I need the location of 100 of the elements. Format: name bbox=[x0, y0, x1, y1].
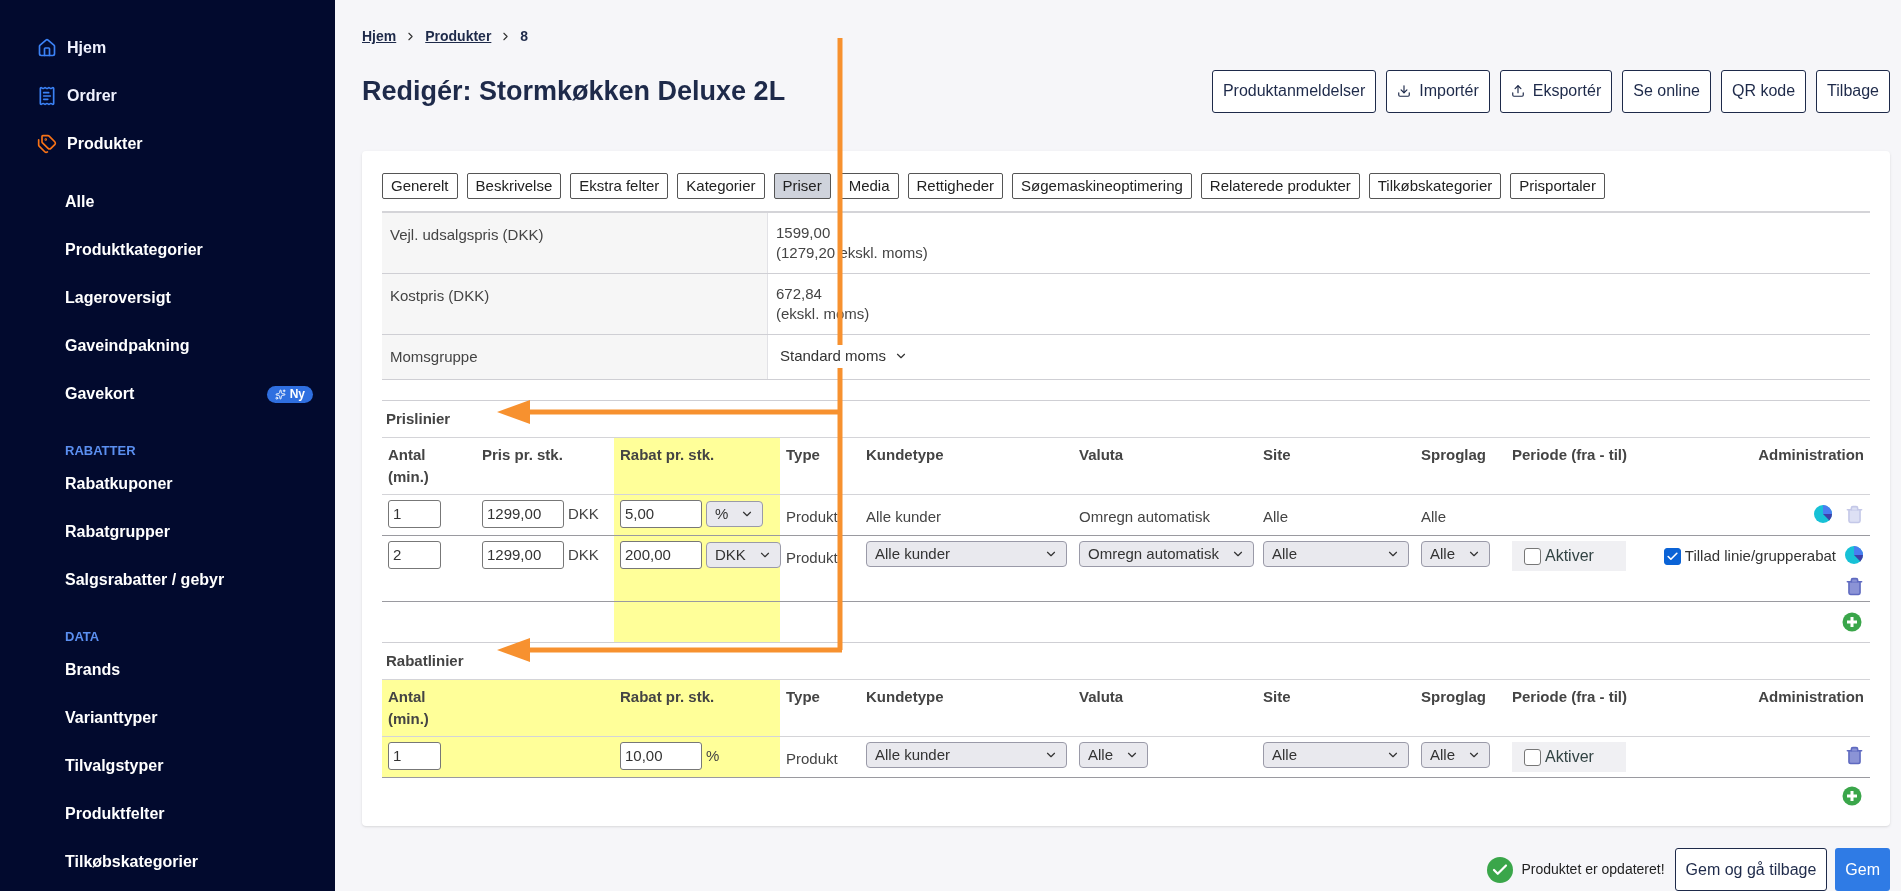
header-button[interactable]: Tilbage bbox=[1816, 69, 1890, 113]
column-header: Site bbox=[1263, 445, 1292, 465]
check-icon bbox=[1665, 549, 1679, 563]
nav-item[interactable]: Rabatkuponer bbox=[65, 472, 173, 496]
tab[interactable]: Kategorier bbox=[677, 173, 765, 199]
status-message: Produktet er opdateret! bbox=[1521, 860, 1665, 879]
tab[interactable]: Beskrivelse bbox=[466, 173, 562, 199]
nav-item[interactable]: Varianttyper bbox=[65, 706, 158, 730]
tab[interactable]: Rettigheder bbox=[907, 173, 1004, 199]
nav-item[interactable]: Tilvalgstyper bbox=[65, 754, 164, 778]
table-cell-text: Alle bbox=[1263, 507, 1288, 527]
trash-icon[interactable] bbox=[1845, 746, 1864, 765]
unit-label: DKK bbox=[568, 503, 599, 524]
input-field[interactable]: 1299,00 bbox=[482, 500, 564, 528]
column-header: Periode (fra - til) bbox=[1512, 687, 1628, 707]
dropdown[interactable]: Alle bbox=[1263, 742, 1409, 768]
dropdown[interactable]: Alle bbox=[1421, 742, 1490, 768]
section-title: Prislinier bbox=[386, 408, 451, 429]
input-field[interactable]: 200,00 bbox=[620, 541, 702, 569]
column-header: Type bbox=[786, 445, 821, 465]
nav-item[interactable]: Gaveindpakning bbox=[65, 334, 190, 358]
trash-icon[interactable] bbox=[1844, 577, 1864, 596]
home-icon bbox=[37, 38, 57, 58]
unit-label: % bbox=[706, 745, 720, 766]
column-header: Rabat pr. stk. bbox=[620, 445, 716, 465]
tab[interactable]: Generelt bbox=[382, 173, 458, 199]
header-button[interactable]: QR kode bbox=[1720, 69, 1807, 113]
nav-item[interactable]: Alle bbox=[65, 190, 95, 214]
section-heading: DATA bbox=[65, 627, 100, 646]
nav-item[interactable]: Produktkategorier bbox=[65, 238, 203, 262]
dropdown[interactable]: Omregn automatisk bbox=[1079, 541, 1254, 567]
header-button[interactable]: Produktanmeldelser bbox=[1211, 69, 1377, 113]
tab[interactable]: Søgemaskineoptimering bbox=[1012, 173, 1192, 199]
save-and-back-button[interactable]: Gem og gå tilbage bbox=[1674, 848, 1828, 891]
header-button[interactable]: Importér bbox=[1386, 69, 1490, 113]
field-label: Momsgruppe bbox=[390, 348, 478, 365]
nav-item[interactable]: Brands bbox=[65, 658, 121, 682]
header-button[interactable]: Eksportér bbox=[1499, 69, 1613, 113]
column-header: Administration bbox=[1758, 445, 1864, 465]
tab[interactable]: Relaterede produkter bbox=[1200, 173, 1360, 199]
upload-icon bbox=[1510, 84, 1525, 98]
column-header: Valuta bbox=[1079, 687, 1125, 707]
column-header: Sproglag bbox=[1421, 687, 1487, 707]
breadcrumb-link[interactable]: Hjem bbox=[362, 26, 397, 47]
tab[interactable]: Ekstra felter bbox=[570, 173, 669, 199]
nav-item[interactable]: Tilkøbskategorier bbox=[65, 850, 199, 874]
page-title: Redigér: Stormkøkken Deluxe 2L bbox=[362, 74, 786, 108]
nav-item[interactable]: Lageroversigt bbox=[65, 286, 171, 310]
pie-chart-icon bbox=[1844, 545, 1864, 565]
table-cell-text: Alle kunder bbox=[866, 507, 942, 527]
input-field[interactable]: 1 bbox=[388, 742, 441, 770]
nav-item[interactable]: Produkter bbox=[67, 132, 143, 156]
field-label: Vejl. udsalgspris (DKK) bbox=[390, 226, 544, 243]
input-field[interactable]: 2 bbox=[388, 541, 441, 569]
header-button[interactable]: Se online bbox=[1622, 69, 1711, 113]
input-field[interactable]: 10,00 bbox=[620, 742, 702, 770]
table-cell-text: Produkt bbox=[786, 749, 838, 769]
new-badge: Ny bbox=[266, 385, 313, 403]
checkbox-label: Aktiver bbox=[1545, 747, 1594, 767]
checkbox[interactable] bbox=[1524, 748, 1541, 766]
nav-item[interactable]: Gavekort bbox=[65, 382, 135, 406]
column-header: Antal (min.) bbox=[388, 445, 430, 487]
field-value: 672,84 bbox=[776, 284, 823, 304]
dropdown[interactable]: Alle bbox=[1079, 742, 1148, 768]
input-field[interactable]: 1299,00 bbox=[482, 541, 564, 569]
tab[interactable]: Prisportaler bbox=[1510, 173, 1605, 199]
table-cell-text: Alle bbox=[1421, 507, 1446, 527]
unit-label: DKK bbox=[568, 544, 599, 565]
tab[interactable]: Tilkøbskategorier bbox=[1368, 173, 1502, 199]
input-field[interactable]: 5,00 bbox=[620, 500, 702, 528]
column-header: Site bbox=[1263, 687, 1292, 707]
receipt-icon bbox=[37, 86, 57, 106]
tab[interactable]: Priser bbox=[773, 173, 831, 199]
checkbox-field[interactable]: Aktiver bbox=[1512, 541, 1626, 571]
nav-item[interactable]: Ordrer bbox=[67, 84, 117, 108]
checkbox[interactable] bbox=[1663, 547, 1681, 565]
breadcrumb-current: 8 bbox=[520, 27, 529, 46]
column-header: Valuta bbox=[1079, 445, 1125, 465]
breadcrumb-link[interactable]: Produkter bbox=[425, 26, 492, 47]
save-button[interactable]: Gem bbox=[1835, 848, 1890, 891]
dropdown[interactable]: % bbox=[706, 501, 764, 527]
add-icon[interactable] bbox=[1842, 612, 1862, 632]
dropdown[interactable]: DKK bbox=[706, 542, 781, 568]
nav-item[interactable]: Salgsrabatter / gebyr bbox=[65, 568, 225, 592]
checkbox[interactable] bbox=[1524, 547, 1541, 565]
dropdown[interactable]: Alle kunder bbox=[866, 541, 1067, 567]
checkbox-field[interactable]: Aktiver bbox=[1512, 742, 1626, 772]
nav-item[interactable]: Produktfelter bbox=[65, 802, 165, 826]
dropdown[interactable]: Alle kunder bbox=[866, 742, 1067, 768]
column-header: Antal (min.) bbox=[388, 687, 430, 729]
column-header: Kundetype bbox=[866, 445, 945, 465]
nav-item[interactable]: Hjem bbox=[67, 36, 107, 60]
column-header: Sproglag bbox=[1421, 445, 1487, 465]
dropdown[interactable]: Alle bbox=[1421, 541, 1490, 567]
input-field[interactable]: 1 bbox=[388, 500, 441, 528]
column-header: Administration bbox=[1758, 687, 1864, 707]
dropdown[interactable]: Alle bbox=[1263, 541, 1409, 567]
nav-item[interactable]: Rabatgrupper bbox=[65, 520, 170, 544]
success-check-icon bbox=[1487, 856, 1514, 883]
add-icon[interactable] bbox=[1842, 786, 1862, 806]
